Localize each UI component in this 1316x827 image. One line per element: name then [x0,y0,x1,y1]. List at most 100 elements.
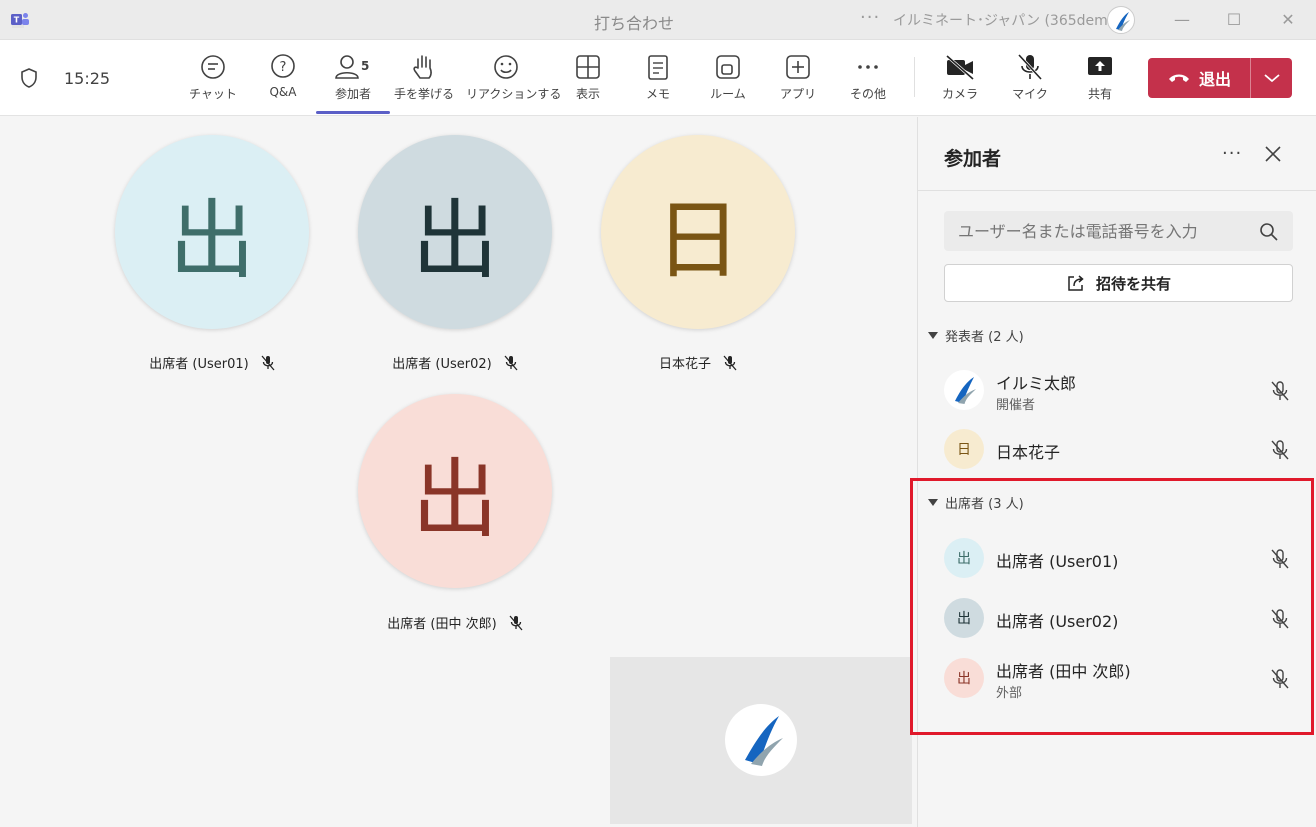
avatar-initial: 出 [412,190,498,291]
ellipsis-icon [858,65,878,69]
active-tab-indicator [316,111,390,114]
people-icon [335,55,359,79]
list-item[interactable]: 出 出席者 (User02) [944,594,1294,642]
share-icon [1068,275,1084,291]
more-button[interactable]: その他 [828,52,908,112]
shield-icon[interactable] [19,67,39,89]
illumi-logo-icon [745,716,783,766]
leave-button[interactable]: 退出 [1148,58,1250,98]
raise-hand-button[interactable]: 手を挙げる [384,52,464,112]
rooms-icon [716,55,740,79]
notes-button[interactable]: メモ [618,52,698,112]
list-item[interactable]: 日 日本花子 [944,425,1294,473]
window-more-button[interactable]: ··· [860,7,880,28]
avatar-initial: 日 [655,190,741,291]
title-bar: T 打ち合わせ ··· イルミネート･ジャパン (365demo1) — ☐ ✕ [0,0,1316,40]
presenters-section-header[interactable]: 発表者 (2 人) [928,326,1024,345]
search-input[interactable] [944,211,1254,251]
apps-button[interactable]: アプリ [758,52,838,112]
svg-text:?: ? [280,60,287,75]
org-avatar[interactable] [1107,6,1135,34]
self-avatar [725,704,797,776]
chat-icon [201,55,225,79]
participant-role: 開催者 [996,398,1036,413]
panel-divider [918,190,1316,191]
list-item[interactable]: イルミ太郎 開催者 [944,366,1294,414]
mic-off-icon [509,615,523,630]
participant-name: イルミ太郎 [996,374,1077,393]
mic-off-icon[interactable] [1270,380,1290,402]
camera-off-icon [946,54,974,81]
participant-role: 外部 [996,686,1023,701]
camera-button[interactable]: カメラ [920,52,1000,112]
org-name[interactable]: イルミネート･ジャパン (365demo1) [893,10,1131,30]
qa-icon: ? [271,54,295,78]
avatar-initial: 出 [957,611,971,627]
avatar-initial: 出 [957,551,971,567]
tile-name: 出席者 (User01) [149,357,249,372]
qa-button[interactable]: ? Q&A [243,52,323,112]
mic-off-icon [723,355,737,370]
search-icon[interactable] [1259,222,1279,242]
participants-panel: 参加者 ··· 招待を共有 発表者 (2 人) イルミ太郎 開催者 [917,117,1316,827]
mic-off-icon [504,355,518,370]
mic-off-icon[interactable] [1270,668,1290,690]
avatar [944,370,984,410]
smiley-icon [494,55,518,79]
mic-off-icon[interactable] [1270,548,1290,570]
avatar-initial: 日 [957,442,971,458]
participant-name: 日本花子 [996,443,1061,462]
avatar: 出 [944,658,984,698]
share-screen-icon [1088,57,1112,75]
avatar: 日 [944,429,984,469]
participant-name: 出席者 (User01) [996,552,1119,571]
participant-count-badge: 5 [361,59,370,73]
avatar-initial: 出 [412,449,498,550]
list-item[interactable]: 出 出席者 (田中 次郎) 外部 [944,654,1294,702]
maximize-icon[interactable]: ☐ [1220,6,1248,34]
chat-button[interactable]: チャット [173,52,253,112]
plus-icon [786,55,810,79]
mic-off-icon[interactable] [1270,608,1290,630]
mic-button[interactable]: マイク [990,52,1070,112]
share-button[interactable]: 共有 [1060,52,1140,112]
attendees-section-header[interactable]: 出席者 (3 人) [928,493,1024,512]
mic-off-icon [261,355,275,370]
avatar: 日 [601,135,795,329]
illumi-logo-icon [955,377,976,404]
view-button[interactable]: 表示 [548,52,628,112]
close-window-icon[interactable]: ✕ [1274,6,1302,34]
self-view[interactable] [610,657,912,824]
chevron-down-icon [1263,74,1280,83]
avatar-initial: 出 [957,671,971,687]
caret-down-icon [928,331,938,339]
tile-name: 出席者 (User02) [392,357,492,372]
panel-more-button[interactable]: ··· [1222,143,1242,164]
minimize-icon[interactable]: — [1168,6,1196,34]
hand-icon [413,55,432,79]
leave-options-button[interactable] [1251,58,1292,98]
hang-up-icon [1168,74,1189,82]
toolbar-separator [914,57,915,97]
close-icon[interactable] [1262,143,1284,165]
participants-button[interactable]: 5 参加者 [313,52,393,114]
participant-name: 出席者 (田中 次郎) [996,662,1131,681]
mic-off-icon [1017,53,1043,81]
reactions-button[interactable]: リアクションする [466,52,561,112]
share-invite-button[interactable]: 招待を共有 [944,264,1293,302]
rooms-button[interactable]: ルーム [688,52,768,112]
meeting-stage: 出 出席者 (User01) 出 出席者 (User02) 日 日本花子 出 出… [0,117,917,827]
notes-icon [648,55,668,80]
avatar: 出 [358,135,552,329]
leave-button-group: 退出 [1148,58,1292,98]
avatar-initial: 出 [169,190,255,291]
grid-icon [576,55,600,79]
participant-name: 出席者 (User02) [996,612,1119,631]
mic-off-icon[interactable] [1270,439,1290,461]
avatar: 出 [115,135,309,329]
panel-title: 参加者 [944,148,1002,170]
avatar: 出 [358,394,552,588]
meeting-toolbar: 15:25 チャット ? Q&A 5 参加者 手を挙げる リアクションする 表示… [0,40,1316,116]
list-item[interactable]: 出 出席者 (User01) [944,534,1294,582]
participant-search [944,211,1293,251]
